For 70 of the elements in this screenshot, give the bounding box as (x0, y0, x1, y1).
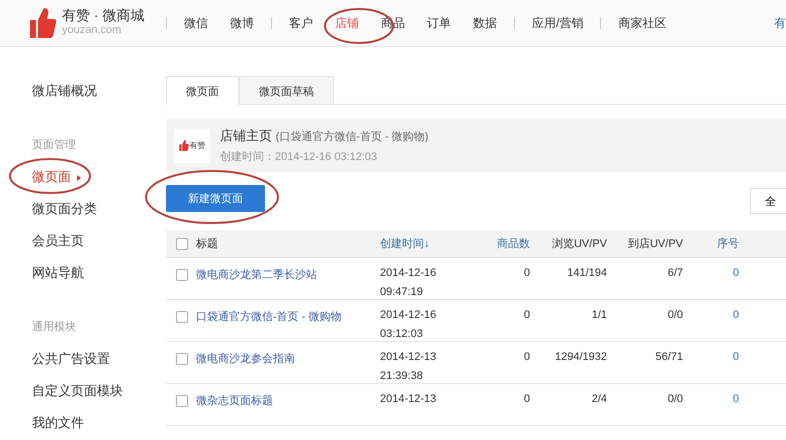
table-cell-text: 6/7 (666, 267, 683, 279)
brand-name: 有赞 · 微商城 (62, 8, 144, 23)
table-cell-text: 0 (522, 267, 530, 279)
select-all-checkbox[interactable] (176, 238, 188, 250)
table-cell-text: 0/0 (666, 309, 683, 321)
nav-link[interactable]: 商家社区 (607, 14, 678, 32)
date-text: 2014-12-13 (380, 350, 438, 365)
order-link[interactable]: 0 (683, 393, 739, 405)
sidebar-item[interactable]: 网站导航 (32, 263, 148, 295)
table-cell-text: 2/4 (590, 393, 607, 405)
time-text: 09:47:19 (380, 285, 424, 300)
brand-domain: youzan.com (62, 23, 122, 38)
row-checkbox[interactable] (176, 353, 188, 365)
page-link[interactable]: 微电商沙龙第二季长沙站 (196, 267, 380, 282)
time-text: 03:12:03 (380, 327, 424, 342)
header-link[interactable]: 有 (774, 14, 786, 32)
sidebar-heading: 通用模块 (32, 320, 77, 335)
sidebar-item[interactable]: 会员主页 (32, 231, 148, 263)
table-cell-text: 1294/1932 (554, 351, 607, 363)
table-cell-text: 1/1 (590, 309, 607, 321)
sidebar-item[interactable]: 自定义页面模块 (32, 381, 148, 413)
order-link[interactable]: 0 (683, 351, 739, 363)
time-text: 21:39:38 (380, 369, 424, 384)
nav-link[interactable]: 微信 (173, 14, 219, 32)
table-cell-text: 0/0 (666, 393, 683, 405)
caret-icon (77, 174, 81, 181)
nav-link[interactable]: 微博 (219, 14, 265, 32)
sidebar-heading: 页面管理 (32, 138, 77, 153)
row-checkbox[interactable] (176, 395, 188, 407)
sidebar-item[interactable]: 微店铺概况 (32, 81, 148, 113)
thumbs-up-icon (30, 8, 56, 38)
logo-text: 有赞 (190, 140, 206, 151)
nav-link[interactable]: 数据 (462, 14, 508, 32)
page-title[interactable]: 店铺主页 (220, 128, 272, 143)
tab[interactable]: 微页面 (166, 76, 239, 105)
nav-link[interactable]: 客户 (278, 14, 324, 32)
thumbs-up-icon (178, 140, 188, 151)
table-cell-text: 0 (522, 309, 530, 321)
nav-link[interactable]: 订单 (416, 14, 462, 32)
page-subtitle: (口袋通官方微信-首页 - 微购物) (276, 131, 428, 143)
table-cell-text: 0 (522, 351, 530, 363)
column-header: 到店UV/PV (626, 236, 683, 251)
row-checkbox[interactable] (176, 311, 188, 323)
sidebar-item[interactable]: 公共广告设置 (32, 349, 148, 381)
date-text: 2014-12-13 (380, 392, 438, 407)
column-header[interactable]: 创建时间↓ (380, 236, 460, 251)
table-cell-text: 0 (522, 393, 530, 405)
sidebar-item[interactable]: 微页面 (32, 167, 148, 199)
date-text: 2014-12-16 (380, 308, 438, 323)
order-link[interactable]: 0 (683, 309, 739, 321)
filter-button[interactable]: 全 (750, 188, 786, 214)
page-link[interactable]: 口袋通官方微信-首页 - 微购物 (196, 309, 380, 324)
nav-link[interactable]: 应用/营销 (521, 14, 594, 32)
created-time: 创建时间：2014-12-16 03:12:03 (220, 150, 378, 164)
column-header: 标题 (196, 237, 219, 251)
page-link[interactable]: 微电商沙龙参会指南 (196, 351, 380, 366)
sidebar-item[interactable]: 微页面分类 (32, 199, 148, 231)
page-link[interactable]: 微杂志页面标题 (196, 393, 380, 408)
order-link[interactable]: 0 (683, 267, 739, 279)
table-cell-text: 56/71 (654, 351, 683, 363)
column-header[interactable]: 商品数 (460, 236, 530, 251)
column-header: 浏览UV/PV (550, 236, 607, 251)
tab[interactable]: 微页面草稿 (239, 76, 334, 105)
new-page-button[interactable]: 新建微页面 (166, 185, 265, 212)
row-checkbox[interactable] (176, 269, 188, 281)
column-header[interactable]: 序号 (683, 236, 739, 251)
annotation-ellipse (324, 8, 394, 44)
sidebar-item[interactable]: 我的文件 (32, 413, 148, 440)
date-text: 2014-12-16 (380, 266, 438, 281)
table-cell-text: 141/194 (566, 267, 607, 279)
